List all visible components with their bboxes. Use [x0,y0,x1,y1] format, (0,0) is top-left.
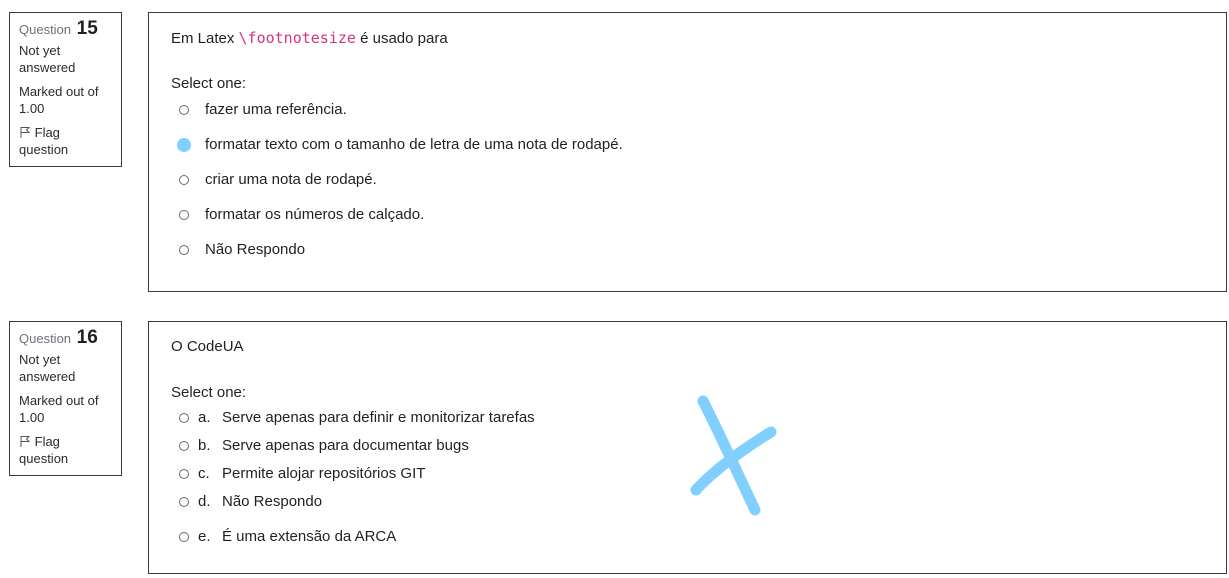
answer-option[interactable]: formatar texto com o tamanho de letra de… [177,136,623,153]
answer-option[interactable]: criar uma nota de rodapé. [179,171,377,188]
answer-label: É uma extensão da ARCA [222,528,397,545]
question-16-info: Question 16 Not yet answered Marked out … [9,321,122,476]
question-label: Question [19,331,72,346]
flag-icon [20,127,31,138]
answer-option[interactable]: formatar os números de calçado. [179,206,424,223]
radio-button[interactable] [179,468,189,479]
answer-label: fazer uma referência. [205,101,347,118]
question-grade: Marked out of 1.00 [19,393,99,425]
select-one-prompt: Select one: [171,384,247,401]
select-one-prompt: Select one: [171,75,247,92]
answer-label: Serve apenas para definir e monitorizar … [222,409,535,426]
answer-letter: e. [198,528,211,545]
radio-button-selected[interactable] [177,137,191,152]
answer-label: formatar os números de calçado. [205,206,425,223]
answer-option-c[interactable]: c. Permite alojar repositórios GIT [179,465,425,482]
answer-label: formatar texto com o tamanho de letra de… [205,136,623,153]
answer-label: criar uma nota de rodapé. [205,171,377,188]
question-text: O CodeUA [171,338,244,355]
radio-button[interactable] [179,531,189,542]
answer-option-d[interactable]: d. Não Respondo [179,493,322,510]
answer-option-b[interactable]: b. Serve apenas para documentar bugs [179,437,469,454]
radio-button[interactable] [179,104,189,115]
answer-letter: c. [198,465,210,482]
radio-button[interactable] [179,412,189,423]
radio-button[interactable] [179,209,189,220]
flag-icon [20,436,31,447]
question-text-before: Em Latex [171,30,239,47]
question-15-content: Em Latex \footnotesize é usado para Sele… [148,12,1227,292]
answer-label: Não Respondo [222,493,323,510]
question-text: Em Latex \footnotesize é usado para [171,29,448,47]
question-number-value: 16 [76,327,98,348]
radio-button[interactable] [179,496,189,507]
radio-button[interactable] [179,440,189,451]
answer-letter: a. [198,409,211,426]
answer-option-a[interactable]: a. Serve apenas para definir e monitoriz… [179,409,535,426]
answer-option-e[interactable]: e. É uma extensão da ARCA [179,528,396,545]
question-number-value: 15 [76,18,98,39]
question-15-info: Question 15 Not yet answered Marked out … [9,12,122,167]
radio-button[interactable] [179,244,189,255]
radio-button[interactable] [179,174,189,185]
question-label: Question [19,22,72,37]
answer-letter: b. [198,437,211,454]
question-state: Not yet answered [19,43,76,75]
answer-letter: d. [198,493,211,510]
question-state: Not yet answered [19,352,76,384]
answer-option[interactable]: fazer uma referência. [179,101,347,118]
question-number: Question 15 [19,18,112,39]
latex-command: \footnotesize [238,29,356,47]
answer-label: Não Respondo [205,241,306,258]
answer-label: Serve apenas para documentar bugs [222,437,469,454]
flag-question-link[interactable]: Flag question [19,124,112,158]
question-text-after: é usado para [355,30,448,47]
answer-label: Permite alojar repositórios GIT [222,465,426,482]
question-number: Question 16 [19,327,112,348]
answer-option[interactable]: Não Respondo [179,241,305,258]
flag-question-link[interactable]: Flag question [19,433,112,467]
handwritten-x-mark-icon [690,395,777,516]
question-grade: Marked out of 1.00 [19,84,99,116]
